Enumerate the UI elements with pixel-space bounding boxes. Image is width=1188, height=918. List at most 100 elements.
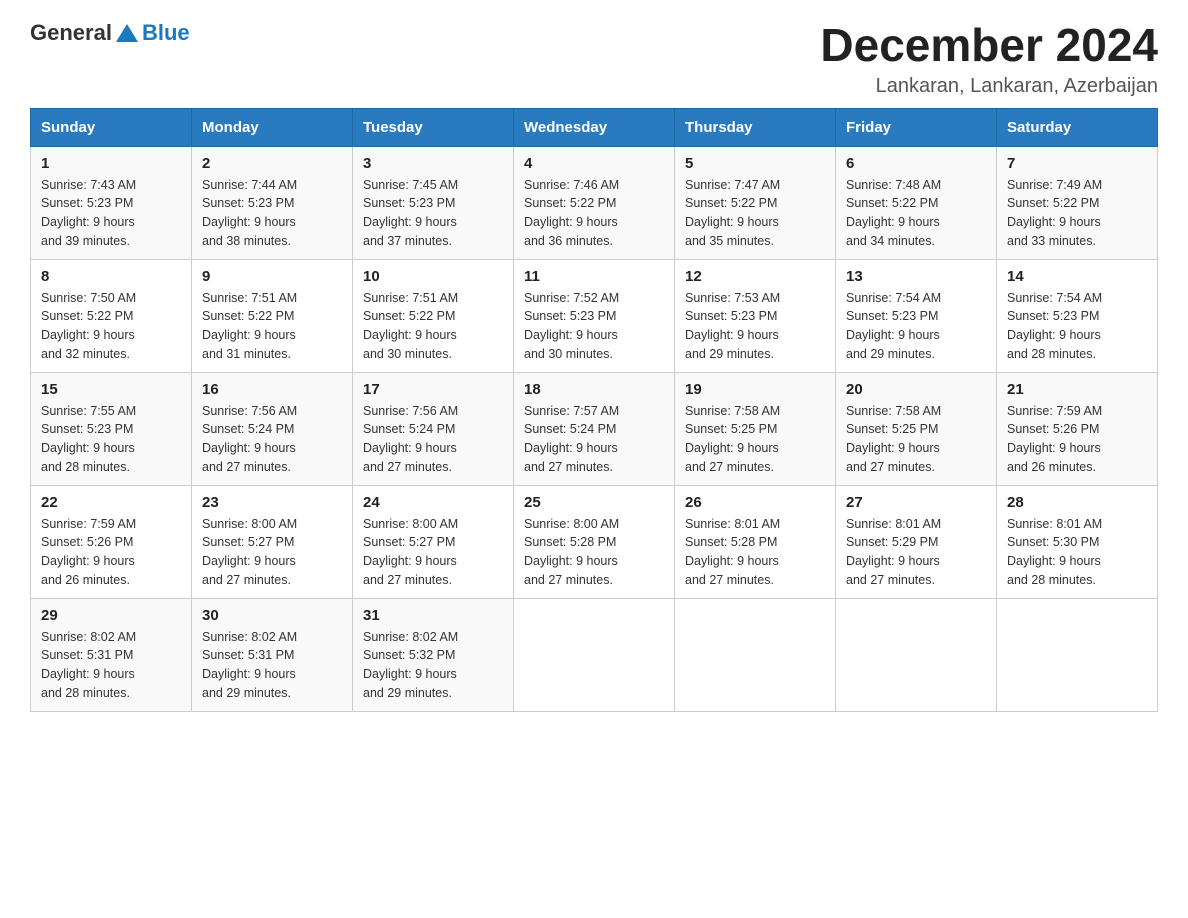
day-number: 1 xyxy=(41,155,181,172)
day-number: 14 xyxy=(1007,268,1147,285)
calendar-cell xyxy=(836,598,997,711)
calendar-cell: 9 Sunrise: 7:51 AMSunset: 5:22 PMDayligh… xyxy=(192,259,353,372)
page-header: General Blue December 2024 Lankaran, Lan… xyxy=(30,20,1158,98)
day-info: Sunrise: 8:02 AMSunset: 5:32 PMDaylight:… xyxy=(363,628,503,703)
day-info: Sunrise: 7:54 AMSunset: 5:23 PMDaylight:… xyxy=(1007,289,1147,364)
day-info: Sunrise: 7:51 AMSunset: 5:22 PMDaylight:… xyxy=(363,289,503,364)
calendar-cell: 3 Sunrise: 7:45 AMSunset: 5:23 PMDayligh… xyxy=(353,146,514,259)
calendar-cell: 2 Sunrise: 7:44 AMSunset: 5:23 PMDayligh… xyxy=(192,146,353,259)
day-info: Sunrise: 7:52 AMSunset: 5:23 PMDaylight:… xyxy=(524,289,664,364)
day-info: Sunrise: 7:45 AMSunset: 5:23 PMDaylight:… xyxy=(363,176,503,251)
calendar-cell: 18 Sunrise: 7:57 AMSunset: 5:24 PMDaylig… xyxy=(514,372,675,485)
day-number: 3 xyxy=(363,155,503,172)
day-info: Sunrise: 7:53 AMSunset: 5:23 PMDaylight:… xyxy=(685,289,825,364)
day-number: 9 xyxy=(202,268,342,285)
logo-triangle-icon xyxy=(116,22,138,44)
day-info: Sunrise: 7:49 AMSunset: 5:22 PMDaylight:… xyxy=(1007,176,1147,251)
calendar-cell: 29 Sunrise: 8:02 AMSunset: 5:31 PMDaylig… xyxy=(31,598,192,711)
day-number: 5 xyxy=(685,155,825,172)
day-info: Sunrise: 7:59 AMSunset: 5:26 PMDaylight:… xyxy=(41,515,181,590)
col-friday: Friday xyxy=(836,108,997,146)
calendar-cell: 10 Sunrise: 7:51 AMSunset: 5:22 PMDaylig… xyxy=(353,259,514,372)
calendar-cell: 27 Sunrise: 8:01 AMSunset: 5:29 PMDaylig… xyxy=(836,485,997,598)
day-number: 30 xyxy=(202,607,342,624)
week-row-4: 22 Sunrise: 7:59 AMSunset: 5:26 PMDaylig… xyxy=(31,485,1158,598)
day-info: Sunrise: 7:56 AMSunset: 5:24 PMDaylight:… xyxy=(363,402,503,477)
calendar-cell: 13 Sunrise: 7:54 AMSunset: 5:23 PMDaylig… xyxy=(836,259,997,372)
calendar-cell: 8 Sunrise: 7:50 AMSunset: 5:22 PMDayligh… xyxy=(31,259,192,372)
day-info: Sunrise: 7:58 AMSunset: 5:25 PMDaylight:… xyxy=(685,402,825,477)
logo: General Blue xyxy=(30,20,190,46)
col-tuesday: Tuesday xyxy=(353,108,514,146)
location-subtitle: Lankaran, Lankaran, Azerbaijan xyxy=(820,75,1158,98)
day-info: Sunrise: 7:47 AMSunset: 5:22 PMDaylight:… xyxy=(685,176,825,251)
day-info: Sunrise: 8:00 AMSunset: 5:27 PMDaylight:… xyxy=(202,515,342,590)
calendar-cell: 22 Sunrise: 7:59 AMSunset: 5:26 PMDaylig… xyxy=(31,485,192,598)
calendar-cell: 24 Sunrise: 8:00 AMSunset: 5:27 PMDaylig… xyxy=(353,485,514,598)
day-number: 26 xyxy=(685,494,825,511)
calendar-cell: 31 Sunrise: 8:02 AMSunset: 5:32 PMDaylig… xyxy=(353,598,514,711)
calendar-cell: 21 Sunrise: 7:59 AMSunset: 5:26 PMDaylig… xyxy=(997,372,1158,485)
day-number: 8 xyxy=(41,268,181,285)
week-row-2: 8 Sunrise: 7:50 AMSunset: 5:22 PMDayligh… xyxy=(31,259,1158,372)
day-info: Sunrise: 8:00 AMSunset: 5:27 PMDaylight:… xyxy=(363,515,503,590)
calendar-cell: 12 Sunrise: 7:53 AMSunset: 5:23 PMDaylig… xyxy=(675,259,836,372)
calendar-cell: 17 Sunrise: 7:56 AMSunset: 5:24 PMDaylig… xyxy=(353,372,514,485)
calendar-cell: 25 Sunrise: 8:00 AMSunset: 5:28 PMDaylig… xyxy=(514,485,675,598)
calendar-cell: 11 Sunrise: 7:52 AMSunset: 5:23 PMDaylig… xyxy=(514,259,675,372)
day-number: 12 xyxy=(685,268,825,285)
day-number: 16 xyxy=(202,381,342,398)
calendar-cell xyxy=(514,598,675,711)
calendar-cell: 14 Sunrise: 7:54 AMSunset: 5:23 PMDaylig… xyxy=(997,259,1158,372)
week-row-1: 1 Sunrise: 7:43 AMSunset: 5:23 PMDayligh… xyxy=(31,146,1158,259)
day-info: Sunrise: 8:02 AMSunset: 5:31 PMDaylight:… xyxy=(41,628,181,703)
day-info: Sunrise: 7:43 AMSunset: 5:23 PMDaylight:… xyxy=(41,176,181,251)
calendar-cell: 28 Sunrise: 8:01 AMSunset: 5:30 PMDaylig… xyxy=(997,485,1158,598)
day-info: Sunrise: 7:56 AMSunset: 5:24 PMDaylight:… xyxy=(202,402,342,477)
day-number: 27 xyxy=(846,494,986,511)
calendar-cell: 15 Sunrise: 7:55 AMSunset: 5:23 PMDaylig… xyxy=(31,372,192,485)
calendar-cell: 30 Sunrise: 8:02 AMSunset: 5:31 PMDaylig… xyxy=(192,598,353,711)
calendar-cell: 20 Sunrise: 7:58 AMSunset: 5:25 PMDaylig… xyxy=(836,372,997,485)
day-number: 22 xyxy=(41,494,181,511)
day-info: Sunrise: 7:50 AMSunset: 5:22 PMDaylight:… xyxy=(41,289,181,364)
calendar-cell: 6 Sunrise: 7:48 AMSunset: 5:22 PMDayligh… xyxy=(836,146,997,259)
day-number: 11 xyxy=(524,268,664,285)
day-number: 25 xyxy=(524,494,664,511)
calendar-cell: 23 Sunrise: 8:00 AMSunset: 5:27 PMDaylig… xyxy=(192,485,353,598)
day-info: Sunrise: 7:54 AMSunset: 5:23 PMDaylight:… xyxy=(846,289,986,364)
day-number: 23 xyxy=(202,494,342,511)
calendar-table: Sunday Monday Tuesday Wednesday Thursday… xyxy=(30,108,1158,712)
day-number: 29 xyxy=(41,607,181,624)
day-info: Sunrise: 8:01 AMSunset: 5:28 PMDaylight:… xyxy=(685,515,825,590)
day-info: Sunrise: 8:01 AMSunset: 5:29 PMDaylight:… xyxy=(846,515,986,590)
calendar-cell: 4 Sunrise: 7:46 AMSunset: 5:22 PMDayligh… xyxy=(514,146,675,259)
day-number: 28 xyxy=(1007,494,1147,511)
logo-blue-text: Blue xyxy=(142,20,190,46)
week-row-5: 29 Sunrise: 8:02 AMSunset: 5:31 PMDaylig… xyxy=(31,598,1158,711)
col-wednesday: Wednesday xyxy=(514,108,675,146)
col-monday: Monday xyxy=(192,108,353,146)
day-number: 19 xyxy=(685,381,825,398)
col-sunday: Sunday xyxy=(31,108,192,146)
day-number: 15 xyxy=(41,381,181,398)
day-number: 24 xyxy=(363,494,503,511)
day-number: 20 xyxy=(846,381,986,398)
week-row-3: 15 Sunrise: 7:55 AMSunset: 5:23 PMDaylig… xyxy=(31,372,1158,485)
month-title: December 2024 xyxy=(820,20,1158,71)
calendar-cell: 26 Sunrise: 8:01 AMSunset: 5:28 PMDaylig… xyxy=(675,485,836,598)
calendar-cell: 16 Sunrise: 7:56 AMSunset: 5:24 PMDaylig… xyxy=(192,372,353,485)
calendar-cell: 19 Sunrise: 7:58 AMSunset: 5:25 PMDaylig… xyxy=(675,372,836,485)
calendar-cell xyxy=(997,598,1158,711)
calendar-cell: 5 Sunrise: 7:47 AMSunset: 5:22 PMDayligh… xyxy=(675,146,836,259)
day-number: 6 xyxy=(846,155,986,172)
day-info: Sunrise: 8:02 AMSunset: 5:31 PMDaylight:… xyxy=(202,628,342,703)
day-number: 13 xyxy=(846,268,986,285)
col-saturday: Saturday xyxy=(997,108,1158,146)
day-info: Sunrise: 7:55 AMSunset: 5:23 PMDaylight:… xyxy=(41,402,181,477)
title-block: December 2024 Lankaran, Lankaran, Azerba… xyxy=(820,20,1158,98)
day-info: Sunrise: 8:01 AMSunset: 5:30 PMDaylight:… xyxy=(1007,515,1147,590)
day-number: 31 xyxy=(363,607,503,624)
day-info: Sunrise: 7:46 AMSunset: 5:22 PMDaylight:… xyxy=(524,176,664,251)
day-info: Sunrise: 7:44 AMSunset: 5:23 PMDaylight:… xyxy=(202,176,342,251)
